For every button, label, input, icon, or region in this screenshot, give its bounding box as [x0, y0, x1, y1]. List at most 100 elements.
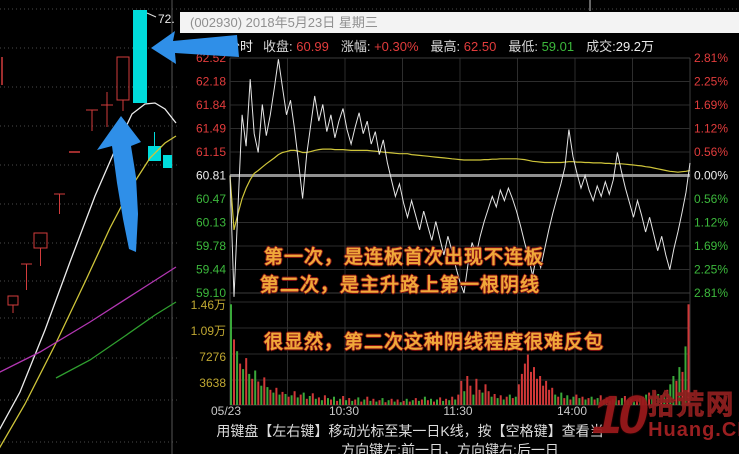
volume-bar	[539, 376, 541, 405]
price-tick-label: 61.84	[196, 98, 226, 112]
candlestick[interactable]	[8, 296, 18, 313]
volume-bar	[236, 351, 238, 405]
volume-bar	[282, 392, 284, 405]
watermark-domain: Huang.CN	[648, 419, 739, 441]
percent-tick-label: 2.25%	[694, 263, 728, 277]
volume-bar	[521, 374, 523, 405]
volume-bar	[542, 386, 544, 405]
annotation-line-3: 很显然，第二次这种阴线程度很难反包	[264, 327, 604, 354]
time-tick-1030: 10:30	[304, 404, 384, 418]
price-tick-label: 62.18	[196, 75, 226, 89]
percent-tick-label: 1.12%	[694, 122, 728, 136]
volume-bar	[488, 391, 490, 405]
volume-bar	[257, 382, 259, 406]
volume-bar	[397, 400, 399, 406]
volume-bar	[391, 399, 393, 405]
time-tick-1130: 11:30	[418, 404, 498, 418]
price-tick-label: 62.52	[196, 51, 226, 65]
price-tick-label: 59.78	[196, 239, 226, 253]
keyboard-help-text: 用键盘【左右键】移动光标至某一日K线，按【空格键】查看当	[180, 421, 640, 441]
volume-bar	[254, 371, 256, 406]
candlestick[interactable]	[117, 57, 129, 111]
volume-bar	[288, 397, 290, 405]
price-tick-label: 59.44	[196, 263, 226, 277]
volume-bar	[463, 391, 465, 405]
trading-app-screen: (002930) 2018年5月23日 星期三 分时 收盘: 60.99 涨幅:…	[0, 0, 739, 454]
volume-bar	[469, 386, 471, 405]
volume-bar	[388, 400, 390, 405]
volume-bar	[285, 394, 287, 405]
percent-tick-label: 2.25%	[694, 75, 728, 89]
percent-axis-right: 2.81%2.25%1.69%1.12%0.56%0.00%0.56%1.12%…	[694, 51, 728, 300]
volume-bar	[269, 390, 271, 405]
volume-bar	[506, 397, 508, 405]
price-tick-label: 60.13	[196, 216, 226, 230]
candlestick[interactable]	[86, 110, 98, 131]
percent-tick-label: 0.56%	[694, 192, 728, 206]
volume-bar	[512, 398, 514, 405]
volume-bar	[279, 395, 281, 405]
volume-bar	[500, 395, 502, 405]
percent-tick-label: 0.00%	[694, 169, 728, 183]
candlestick[interactable]	[21, 264, 32, 290]
annotation-line-2: 第二次，是主升路上第一根阴线	[260, 270, 540, 297]
price-callout-label: 72.	[158, 12, 175, 26]
percent-tick-label: 2.81%	[694, 286, 728, 300]
price-tick-label: 60.81	[196, 169, 226, 183]
candlestick[interactable]	[34, 233, 47, 266]
volume-bar	[545, 381, 547, 405]
price-axis-left: 62.5262.1861.8461.4961.1560.8160.4760.13…	[196, 51, 226, 300]
volume-bar	[300, 395, 302, 405]
volume-bar	[548, 390, 550, 405]
volume-bar	[263, 377, 265, 405]
candlestick[interactable]	[54, 194, 65, 214]
percent-tick-label: 2.81%	[694, 51, 728, 65]
volume-bar	[409, 402, 411, 405]
volume-bar	[518, 384, 520, 405]
volume-bar	[248, 374, 250, 405]
volume-bar	[245, 358, 247, 405]
price-tick-label: 61.15	[196, 145, 226, 159]
candlestick[interactable]	[163, 155, 172, 168]
volume-tick-label: 7276	[199, 350, 226, 364]
volume-bar	[230, 304, 232, 405]
watermark-logo: 10	[592, 388, 644, 442]
candlestick[interactable]	[133, 10, 147, 103]
volume-bar	[260, 386, 262, 405]
volume-bar	[475, 379, 477, 405]
volume-bar	[530, 372, 532, 405]
site-watermark: 10 拾荒网 Huang.CN	[592, 388, 739, 442]
ma-yellow	[0, 136, 176, 454]
volume-bar	[503, 400, 505, 406]
volume-bar	[297, 397, 299, 405]
price-tick-label: 60.47	[196, 192, 226, 206]
volume-bar	[272, 393, 274, 405]
time-tick-open: 05/23	[186, 404, 266, 418]
volume-bar	[233, 339, 235, 405]
volume-bar	[485, 384, 487, 405]
watermark-site-name: 拾荒网	[648, 392, 739, 419]
volume-bar	[515, 397, 517, 405]
volume-bar	[479, 390, 481, 405]
volume-bar	[466, 376, 468, 405]
volume-bar	[291, 395, 293, 405]
volume-tick-label: 1.46万	[191, 298, 226, 312]
volume-bar	[394, 402, 396, 405]
volume-bar	[275, 388, 277, 405]
volume-bar	[536, 379, 538, 405]
candlestick[interactable]	[148, 132, 161, 161]
volume-bar	[527, 355, 529, 405]
volume-bar	[294, 391, 296, 405]
volume-axis: 1.46万1.09万72763638	[191, 298, 227, 390]
volume-bar	[533, 367, 535, 405]
volume-bar	[406, 399, 408, 405]
volume-tick-label: 3638	[199, 376, 226, 390]
volume-bar	[400, 402, 402, 405]
annotation-line-1: 第一次，是连板首次出现不连板	[264, 242, 544, 269]
ma-green	[56, 302, 176, 378]
percent-tick-label: 1.69%	[694, 98, 728, 112]
volume-bar	[251, 379, 253, 405]
volume-bar	[239, 364, 241, 405]
candlestick[interactable]	[101, 92, 113, 127]
volume-bar	[385, 402, 387, 405]
